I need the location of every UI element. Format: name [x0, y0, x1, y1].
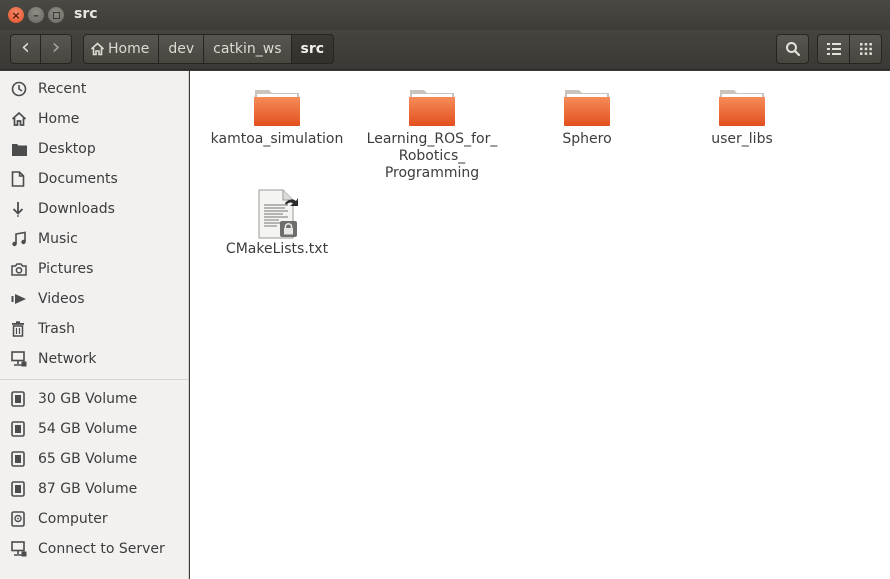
chevron-right-icon: › — [51, 34, 61, 60]
breadcrumb-src[interactable]: src — [291, 34, 335, 64]
sidebar-item-music[interactable]: Music — [0, 224, 188, 254]
sidebar-item-pictures[interactable]: Pictures — [0, 254, 188, 284]
home-icon — [11, 111, 27, 126]
sidebar-item-65gb-volume[interactable]: 65 GB Volume — [0, 444, 188, 474]
window-title: src — [74, 6, 98, 22]
folder-icon — [12, 143, 27, 156]
server-icon — [11, 541, 27, 557]
sidebar-item-label: Home — [38, 111, 80, 127]
sidebar-item-label: Network — [38, 351, 97, 367]
search-icon — [785, 42, 800, 57]
sidebar-item-label: Music — [38, 231, 78, 247]
breadcrumb-dev-label: dev — [168, 41, 195, 57]
sidebar-item-label: Recent — [38, 81, 87, 97]
file-view: kamtoa_simulation Learning_ROS_for_ Robo… — [190, 71, 890, 579]
breadcrumb: Home dev catkin_ws src — [83, 34, 335, 64]
close-window-button[interactable]: × — [8, 7, 24, 23]
download-icon — [12, 202, 24, 217]
breadcrumb-home[interactable]: Home — [83, 34, 160, 64]
sidebar-item-trash[interactable]: Trash — [0, 314, 188, 344]
document-icon — [11, 171, 25, 187]
network-icon — [11, 351, 27, 367]
breadcrumb-src-label: src — [300, 41, 325, 57]
breadcrumb-home-label: Home — [108, 41, 150, 57]
minimize-window-button[interactable]: – — [28, 7, 44, 23]
sidebar-item-label: Documents — [38, 171, 118, 187]
maximize-icon — [52, 11, 60, 19]
sidebar-item-label: 87 GB Volume — [38, 481, 138, 497]
folder-icon — [719, 90, 765, 126]
file-item-sphero[interactable]: Sphero — [507, 87, 667, 148]
text-file-icon — [258, 189, 298, 239]
sidebar-item-label: 30 GB Volume — [38, 391, 138, 407]
grid-view-icon — [859, 43, 872, 55]
sidebar-item-desktop[interactable]: Desktop — [0, 134, 188, 164]
sidebar-item-54gb-volume[interactable]: 54 GB Volume — [0, 414, 188, 444]
sidebar-item-videos[interactable]: Videos — [0, 284, 188, 314]
home-icon — [90, 42, 105, 56]
sidebar-item-label: 65 GB Volume — [38, 451, 138, 467]
trash-icon — [12, 321, 24, 337]
back-button[interactable]: ‹ — [10, 34, 41, 64]
sidebar-item-label: Connect to Server — [38, 541, 165, 557]
file-item-learning-ros[interactable]: Learning_ROS_for_ Robotics_ Programming — [352, 87, 512, 182]
sidebar-item-label: Trash — [38, 321, 75, 337]
drive-icon — [11, 451, 25, 467]
folder-icon — [254, 90, 300, 126]
video-icon — [11, 294, 26, 304]
folder-icon — [409, 90, 455, 126]
list-view-icon — [826, 43, 841, 55]
sidebar-item-connect-to-server[interactable]: Connect to Server — [0, 534, 188, 564]
forward-button[interactable]: › — [40, 34, 72, 64]
breadcrumb-catkin-ws[interactable]: catkin_ws — [204, 34, 292, 64]
sidebar-item-30gb-volume[interactable]: 30 GB Volume — [0, 384, 188, 414]
drive-icon — [11, 421, 25, 437]
file-name: user_libs — [711, 131, 773, 147]
search-button[interactable] — [776, 34, 809, 64]
clock-icon — [11, 81, 27, 97]
maximize-window-button[interactable] — [48, 7, 64, 23]
sidebar-item-downloads[interactable]: Downloads — [0, 194, 188, 224]
drive-icon — [11, 391, 25, 407]
sidebar-item-label: 54 GB Volume — [38, 421, 138, 437]
sidebar-divider — [0, 379, 188, 380]
sidebar-item-label: Downloads — [38, 201, 115, 217]
sidebar-item-documents[interactable]: Documents — [0, 164, 188, 194]
music-icon — [12, 231, 26, 247]
folder-icon — [564, 90, 610, 126]
drive-icon — [11, 481, 25, 497]
file-name: Sphero — [562, 131, 612, 147]
file-item-user-libs[interactable]: user_libs — [662, 87, 822, 148]
sidebar: Recent Home Desktop Documents Downloads … — [0, 71, 189, 579]
minimize-icon: – — [33, 8, 39, 22]
computer-icon — [11, 511, 25, 527]
lock-icon — [280, 221, 297, 237]
list-view-button[interactable] — [817, 34, 850, 64]
breadcrumb-dev[interactable]: dev — [159, 34, 205, 64]
sidebar-item-label: Computer — [38, 511, 108, 527]
breadcrumb-catkin-ws-label: catkin_ws — [213, 41, 282, 57]
title-bar: × – src — [0, 0, 890, 30]
file-item-cmakelists[interactable]: CMakeLists.txt — [197, 189, 357, 258]
sidebar-item-87gb-volume[interactable]: 87 GB Volume — [0, 474, 188, 504]
sidebar-item-network[interactable]: Network — [0, 344, 188, 374]
camera-icon — [11, 263, 27, 276]
file-name: kamtoa_simulation — [210, 131, 344, 147]
sidebar-item-label: Videos — [38, 291, 85, 307]
sidebar-item-recent[interactable]: Recent — [0, 74, 188, 104]
file-name: Learning_ROS_for_ Robotics_ Programming — [366, 131, 498, 181]
sidebar-item-label: Pictures — [38, 261, 94, 277]
sidebar-item-home[interactable]: Home — [0, 104, 188, 134]
grid-view-button[interactable] — [849, 34, 882, 64]
sidebar-item-computer[interactable]: Computer — [0, 504, 188, 534]
file-name: CMakeLists.txt — [225, 241, 329, 257]
close-icon: × — [11, 8, 21, 22]
file-item-kamtoa-simulation[interactable]: kamtoa_simulation — [197, 87, 357, 148]
chevron-left-icon: ‹ — [21, 34, 30, 60]
toolbar: ‹ › Home dev catkin_ws src — [0, 30, 890, 70]
sidebar-item-label: Desktop — [38, 141, 96, 157]
